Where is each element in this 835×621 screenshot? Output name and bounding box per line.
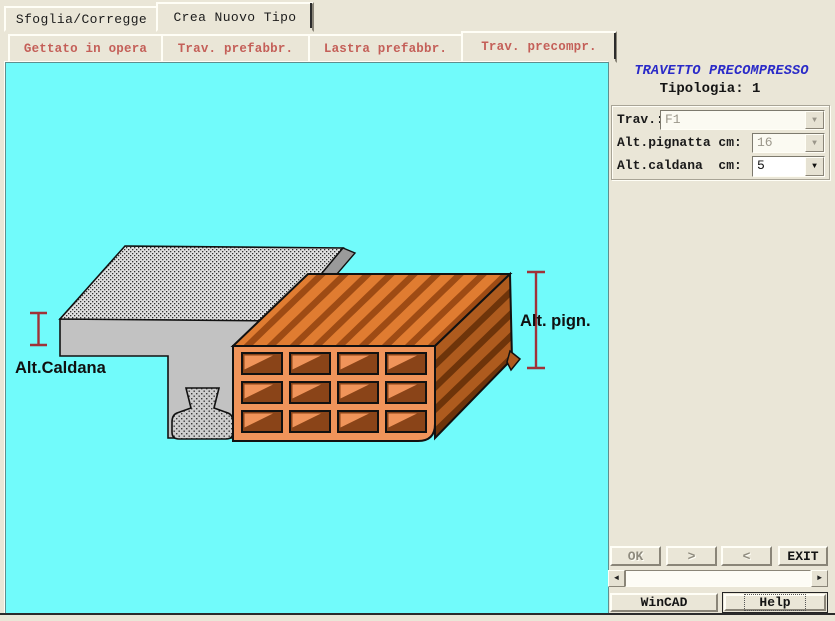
caldana-dimension-label: Alt.Caldana <box>15 359 106 378</box>
scroll-left-icon[interactable]: ◄ <box>608 570 625 587</box>
subtab-gettato-in-opera[interactable]: Gettato in opera <box>8 34 163 63</box>
horizontal-scrollbar[interactable]: ◄ ► <box>608 570 828 587</box>
prev-button: < <box>721 546 772 566</box>
subtab-lastra-prefabbr[interactable]: Lastra prefabbr. <box>308 34 463 63</box>
scroll-right-icon[interactable]: ► <box>811 570 828 587</box>
subtab-row-divider <box>614 33 616 59</box>
pignatta-dimension-label: Alt. pign. <box>520 312 591 331</box>
subtab-trav-prefabbr[interactable]: Trav. prefabbr. <box>161 34 310 63</box>
alt-pignatta-combobox: 16 ▼ <box>752 133 825 153</box>
wincad-window: Sfoglia/Corregge Crea Nuovo Tipo Gettato… <box>0 0 835 621</box>
help-button-face: Help <box>724 594 826 611</box>
preview-canvas: Alt.Caldana Alt. pign. <box>5 62 609 615</box>
alt-caldana-combobox-value[interactable]: 5 <box>753 157 805 176</box>
wincad-button[interactable]: WinCAD <box>610 593 718 612</box>
trav-combobox-arrow-icon: ▼ <box>805 111 824 129</box>
help-button[interactable]: Help <box>722 592 828 613</box>
trav-combobox-value: F1 <box>661 111 805 129</box>
panel-subtitle: Tipologia: 1 <box>600 81 820 97</box>
ok-button: OK <box>610 546 661 566</box>
scrollbar-track[interactable] <box>625 570 811 587</box>
alt-caldana-combobox[interactable]: 5 ▼ <box>752 156 825 177</box>
trav-field-label: Trav.: <box>617 112 664 127</box>
trav-combobox: F1 ▼ <box>660 110 825 130</box>
alt-caldana-combobox-arrow-icon[interactable]: ▼ <box>805 157 824 176</box>
alt-pignatta-combobox-value: 16 <box>753 134 805 152</box>
subtab-trav-precompr[interactable]: Trav. precompr. <box>461 31 617 63</box>
floor-section-diagram <box>6 63 608 614</box>
next-button: > <box>666 546 717 566</box>
alt-pignatta-field-label: Alt.pignatta cm: <box>617 135 742 150</box>
tab-crea-nuovo-tipo[interactable]: Crea Nuovo Tipo <box>156 2 314 32</box>
exit-button[interactable]: EXIT <box>778 546 828 566</box>
window-bottom-edge <box>0 613 835 615</box>
help-button-label: Help <box>745 595 804 610</box>
tab-sfoglia-corregge[interactable]: Sfoglia/Corregge <box>4 6 159 32</box>
alt-caldana-field-label: Alt.caldana cm: <box>617 158 742 173</box>
alt-pignatta-combobox-arrow-icon: ▼ <box>805 134 824 152</box>
tab-row-divider <box>310 3 312 28</box>
panel-title: TRAVETTO PRECOMPRESSO <box>608 64 835 79</box>
